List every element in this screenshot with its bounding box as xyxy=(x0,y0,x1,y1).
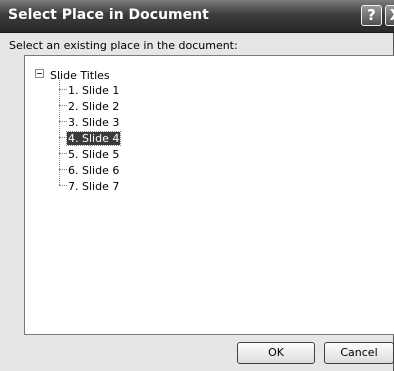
tree-item-slide-2[interactable]: 2. Slide 2 xyxy=(59,95,120,113)
title-bar[interactable]: Select Place in Document ? X xyxy=(0,0,394,33)
prompt-label: Select an existing place in the document… xyxy=(9,39,238,52)
tree-item-slide-4[interactable]: 4. Slide 4 xyxy=(59,127,122,146)
collapse-icon[interactable] xyxy=(35,69,44,78)
tree-item-slide-6[interactable]: 6. Slide 6 xyxy=(59,159,120,177)
cancel-button[interactable]: Cancel xyxy=(324,342,394,364)
dialog-window: Select Place in Document ? X Select an e… xyxy=(0,0,394,371)
tree-root-slide-titles[interactable]: Slide Titles xyxy=(35,64,110,82)
place-tree[interactable]: Slide Titles 1. Slide 1 2. Slide 2 3. Sl… xyxy=(24,55,394,335)
tree-item-slide-5[interactable]: 5. Slide 5 xyxy=(59,143,120,161)
close-button[interactable]: X xyxy=(385,5,394,26)
tree-item-slide-1[interactable]: 1. Slide 1 xyxy=(59,79,120,97)
dialog-title: Select Place in Document xyxy=(8,7,209,23)
tree-item-slide-7[interactable]: 7. Slide 7 xyxy=(59,175,120,193)
help-button[interactable]: ? xyxy=(361,5,382,26)
ok-button[interactable]: OK xyxy=(237,342,315,364)
tree-item-slide-3[interactable]: 3. Slide 3 xyxy=(59,111,120,129)
tree-item-label: 7. Slide 7 xyxy=(68,180,120,193)
